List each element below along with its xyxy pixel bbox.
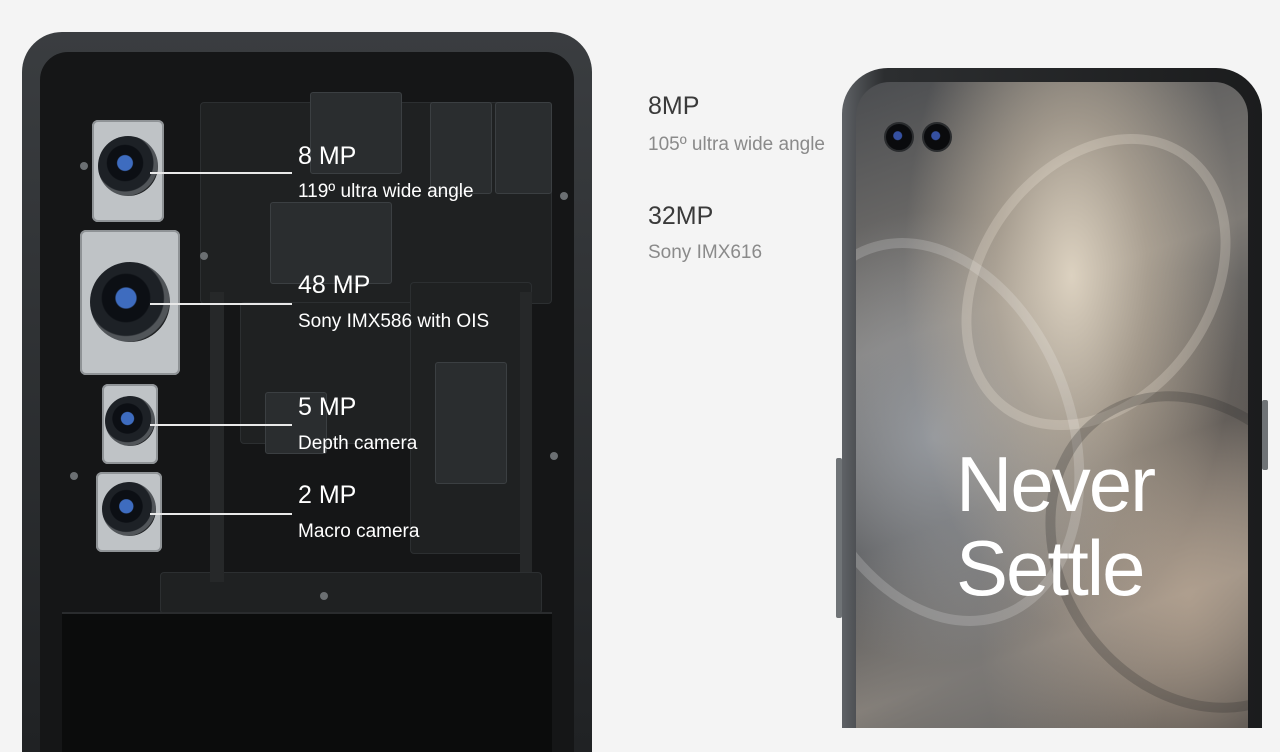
macro-camera-module [96, 472, 162, 552]
rear-camera-4-subtitle: Macro camera [298, 521, 420, 542]
rear-phone-interior [22, 32, 592, 752]
rear-camera-2-subtitle: Sony IMX586 with OIS [298, 311, 490, 332]
ultrawide-camera-module [92, 120, 164, 222]
phone-screen: Never Settle [856, 82, 1248, 728]
side-button [1262, 400, 1268, 470]
camera-lens-icon [90, 262, 170, 342]
battery [62, 612, 552, 752]
front-camera-lens-icon [922, 122, 952, 152]
rear-camera-2-title: 48 MP [298, 271, 371, 299]
screw [560, 192, 568, 200]
camera-lens-icon [105, 396, 155, 446]
rear-camera-1-title: 8 MP [298, 142, 357, 170]
leader-line [150, 303, 292, 305]
front-camera-2-title: 32MP [648, 202, 714, 230]
front-phone: Never Settle [842, 68, 1262, 728]
camera-lens-icon [98, 136, 158, 196]
screw [80, 162, 88, 170]
screw [550, 452, 558, 460]
front-camera-lens-icon [884, 122, 914, 152]
leader-line [150, 172, 292, 174]
front-camera-2-subtitle: Sony IMX616 [648, 242, 763, 263]
trace [210, 292, 224, 582]
wallpaper-slogan: Never Settle [956, 440, 1156, 612]
rear-camera-4-title: 2 MP [298, 481, 357, 509]
screw [320, 592, 328, 600]
trace [520, 292, 532, 572]
screw [200, 252, 208, 260]
leader-line [150, 424, 292, 426]
chip [435, 362, 507, 484]
screw [70, 472, 78, 480]
slogan-line-2: Settle [956, 524, 1145, 612]
front-camera-1-subtitle: 105º ultra wide angle [648, 134, 826, 155]
camera-lens-icon [102, 482, 156, 536]
slogan-line-1: Never [956, 440, 1156, 528]
rear-camera-3-title: 5 MP [298, 393, 357, 421]
front-sensor-module [495, 102, 552, 194]
leader-line [150, 513, 292, 515]
rear-camera-1-subtitle: 119º ultra wide angle [298, 181, 474, 202]
front-camera-1-title: 8MP [648, 92, 700, 120]
rear-camera-3-subtitle: Depth camera [298, 433, 418, 454]
